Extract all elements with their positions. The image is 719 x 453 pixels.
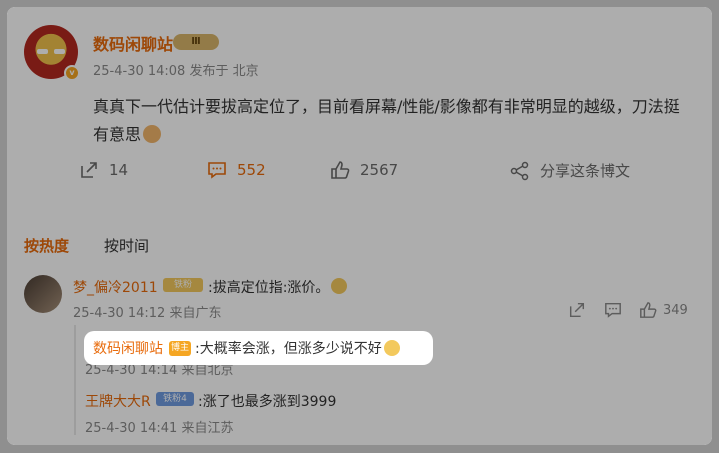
cat-face-icon [143, 125, 162, 143]
reply-thread-line [74, 325, 76, 435]
avatar-eye-icon [54, 49, 65, 54]
commenter-name[interactable]: 梦_偏冷2011 [73, 277, 158, 297]
fan-badge[interactable]: 铁粉 [163, 278, 203, 292]
comment-count: 552 [237, 161, 266, 179]
like-button[interactable]: 2567 [330, 160, 398, 180]
thumbs-up-icon [331, 161, 350, 179]
weibo-post-card: v 数码闲聊站 Ⅲ 25-4-30 14:08 发布于 北京 真真下一代估计要拔… [7, 7, 712, 445]
commenter-avatar[interactable] [24, 275, 62, 313]
sort-by-hot-tab[interactable]: 按热度 [24, 235, 69, 256]
repost-button[interactable]: 14 [79, 160, 128, 180]
repost-icon [81, 162, 97, 178]
comment-text-content: :拔高定位指:涨价。 [208, 280, 330, 296]
comment-button[interactable]: 552 [207, 160, 266, 180]
verified-badge-icon: v [64, 65, 80, 81]
highlighted-reply[interactable]: 数码闲聊站 博主 :大概率会涨，但涨多少说不好 [84, 331, 433, 365]
reply-user-name[interactable]: 王牌大大R [85, 391, 151, 411]
cat-face-icon [383, 340, 400, 356]
author-op-badge: 博主 [169, 340, 191, 356]
comment-text: :拔高定位指:涨价。 [208, 277, 348, 297]
like-count: 2567 [360, 161, 399, 179]
fan-level-badge[interactable]: 铁粉4 [156, 392, 194, 406]
reply-user-name[interactable]: 数码闲聊站 [93, 338, 163, 358]
author-name[interactable]: 数码闲聊站 [93, 31, 173, 55]
reply-meta: 25-4-30 14:41 来自江苏 [85, 421, 234, 436]
post-meta: 25-4-30 14:08 发布于 北京 [93, 64, 259, 79]
comment-icon [208, 162, 226, 179]
comment-repost-icon[interactable] [568, 301, 586, 319]
share-label: 分享这条博文 [540, 162, 631, 180]
comment-meta: 25-4-30 14:12 来自广东 [73, 306, 222, 321]
comment-like-count: 349 [663, 303, 688, 318]
cat-face-icon [331, 278, 348, 294]
share-button[interactable]: 分享这条博文 [510, 160, 630, 181]
reply-text: :大概率会涨，但涨多少说不好 [195, 341, 382, 357]
reply-text: :涨了也最多涨到3999 [198, 394, 337, 410]
post-text: 真真下一代估计要拔高定位了，目前看屏幕/性能/影像都有非常明显的越级，刀法挺有意… [93, 97, 680, 144]
comment-like-icon[interactable] [639, 301, 657, 319]
post-body: 真真下一代估计要拔高定位了，目前看屏幕/性能/影像都有非常明显的越级，刀法挺有意… [93, 93, 693, 149]
repost-count: 14 [109, 161, 129, 179]
avatar-eye-icon [37, 49, 48, 54]
sort-by-time-tab[interactable]: 按时间 [104, 235, 149, 256]
share-icon [510, 161, 529, 180]
level-badge[interactable]: Ⅲ [173, 34, 219, 50]
comment-reply-icon[interactable] [604, 301, 622, 319]
